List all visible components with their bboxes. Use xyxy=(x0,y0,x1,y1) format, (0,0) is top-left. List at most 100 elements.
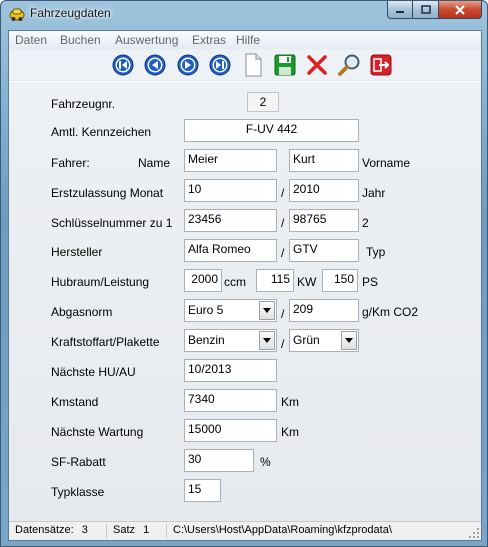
new-document-icon xyxy=(245,53,262,77)
hersteller-field[interactable]: Alfa Romeo xyxy=(184,239,277,262)
name-label: Name xyxy=(138,156,171,170)
delete-x-icon xyxy=(307,55,327,75)
next-record-button[interactable] xyxy=(176,53,200,77)
menu-bar: Daten Buchen Auswertung Extras Hilfe xyxy=(9,31,481,49)
last-record-button[interactable] xyxy=(208,53,232,77)
schluessel-separator: / xyxy=(281,216,285,230)
vehicle-form: Fahrzeugnr. 2 Amtl. Kennzeichen F-UV 442… xyxy=(9,82,481,521)
plakette-value: Grün xyxy=(293,333,320,347)
status-record-panel: Satz 1 xyxy=(107,524,167,539)
schluessel-suffix-label: 2 xyxy=(362,216,369,230)
status-bar: Datensätze: 3 Satz 1 C:\Users\Host\AppDa… xyxy=(9,521,481,540)
hu-au-field[interactable]: 10/2013 xyxy=(184,359,277,382)
status-record-number: 1 xyxy=(143,524,150,536)
plakette-dropdown-button[interactable] xyxy=(341,331,357,350)
schluesselnummer1-field[interactable]: 23456 xyxy=(184,209,277,232)
minimize-icon xyxy=(396,10,404,13)
title-bar[interactable]: Fahrzeugdaten xyxy=(1,1,487,27)
abgasnorm-value: Euro 5 xyxy=(188,303,224,317)
status-records-panel: Datensätze: 3 xyxy=(9,524,107,539)
chevron-down-icon xyxy=(345,338,353,343)
first-record-button[interactable] xyxy=(111,53,135,77)
jahr-label: Jahr xyxy=(362,186,386,200)
name-field[interactable]: Meier xyxy=(184,149,277,172)
status-path: C:\Users\Host\AppData\Roaming\kfzprodata… xyxy=(173,524,392,536)
kmstand-unit-label: Km xyxy=(281,395,299,409)
hubraum-label: Hubraum/Leistung xyxy=(51,275,150,289)
abgasnorm-select[interactable]: Euro 5 xyxy=(184,299,277,322)
status-records-count: 3 xyxy=(81,524,88,536)
sf-rabatt-unit-label: % xyxy=(260,455,271,469)
save-icon xyxy=(274,54,296,76)
next-icon xyxy=(177,54,199,76)
kraftstoff-separator: / xyxy=(281,337,285,351)
schluesselnummer2-field[interactable]: 98765 xyxy=(289,209,359,232)
kennzeichen-field[interactable]: F-UV 442 xyxy=(184,119,359,142)
resize-grip-icon[interactable] xyxy=(468,527,480,539)
hubraum-field[interactable]: 2000 xyxy=(184,269,222,292)
fahrzeugnr-label: Fahrzeugnr. xyxy=(51,97,116,111)
wartung-label: Nächste Wartung xyxy=(51,425,144,439)
ps-field[interactable]: 150 xyxy=(322,269,358,292)
close-icon xyxy=(455,4,465,15)
kw-field[interactable]: 115 xyxy=(256,269,294,292)
exit-icon xyxy=(370,54,392,76)
menu-auswertung[interactable]: Auswertung xyxy=(115,33,178,47)
exit-button[interactable] xyxy=(369,53,393,77)
kraftstoff-select[interactable]: Benzin xyxy=(184,329,277,352)
erstzulassung-jahr-field[interactable]: 2010 xyxy=(289,179,359,202)
kennzeichen-label: Amtl. Kennzeichen xyxy=(51,125,152,139)
ccm-unit-label: ccm xyxy=(224,275,246,289)
kw-unit-label: KW xyxy=(297,275,317,289)
typklasse-label: Typklasse xyxy=(51,485,105,499)
first-icon xyxy=(112,54,134,76)
search-icon xyxy=(338,54,360,76)
delete-button[interactable] xyxy=(305,53,329,77)
window-title: Fahrzeugdaten xyxy=(30,6,111,20)
typ-field[interactable]: GTV xyxy=(289,239,359,262)
erstzulassung-separator: / xyxy=(281,186,285,200)
wartung-unit-label: Km xyxy=(281,425,299,439)
close-button[interactable] xyxy=(439,1,482,19)
wartung-field[interactable]: 15000 xyxy=(184,419,277,442)
maximize-button[interactable] xyxy=(413,1,439,19)
search-button[interactable] xyxy=(337,53,361,77)
typ-label: Typ xyxy=(366,245,386,259)
erstzulassung-label: Erstzulassung Monat xyxy=(51,186,164,200)
previous-icon xyxy=(144,54,166,76)
toolbar xyxy=(9,49,481,81)
typklasse-field[interactable]: 15 xyxy=(184,479,221,502)
previous-record-button[interactable] xyxy=(143,53,167,77)
abgasnorm-separator: / xyxy=(281,307,285,321)
menu-hilfe[interactable]: Hilfe xyxy=(236,33,260,47)
hersteller-label: Hersteller xyxy=(51,245,103,259)
kmstand-field[interactable]: 7340 xyxy=(184,389,277,412)
ps-unit-label: PS xyxy=(362,275,379,289)
menu-buchen[interactable]: Buchen xyxy=(60,33,101,47)
menu-extras[interactable]: Extras xyxy=(192,33,226,47)
maximize-icon xyxy=(420,5,431,14)
schluesselnummer-label: Schlüsselnummer zu 1 xyxy=(51,216,173,230)
vorname-field[interactable]: Kurt xyxy=(289,149,359,172)
new-record-button[interactable] xyxy=(241,53,265,77)
window-controls xyxy=(387,1,482,19)
hu-au-label: Nächste HU/AU xyxy=(51,365,136,379)
application-window: Fahrzeugdaten Daten Buchen Auswertung Ex… xyxy=(0,0,488,547)
hersteller-separator: / xyxy=(281,246,285,260)
plakette-select[interactable]: Grün xyxy=(289,329,359,352)
sf-rabatt-label: SF-Rabatt xyxy=(51,455,106,469)
kraftstoff-label: Kraftstoffart/Plakette xyxy=(51,335,160,349)
erstzulassung-monat-field[interactable]: 10 xyxy=(184,179,277,202)
save-button[interactable] xyxy=(273,53,297,77)
fahrzeugnr-field: 2 xyxy=(247,92,279,112)
co2-field[interactable]: 209 xyxy=(289,299,359,322)
menu-daten[interactable]: Daten xyxy=(15,33,47,47)
kraftstoff-dropdown-button[interactable] xyxy=(259,331,275,350)
sf-rabatt-field[interactable]: 30 xyxy=(184,449,254,472)
abgasnorm-dropdown-button[interactable] xyxy=(259,301,275,320)
car-app-icon xyxy=(9,6,25,22)
status-record-label: Satz xyxy=(113,524,136,536)
chevron-down-icon xyxy=(263,338,271,343)
chevron-down-icon xyxy=(263,308,271,313)
minimize-button[interactable] xyxy=(387,1,413,19)
